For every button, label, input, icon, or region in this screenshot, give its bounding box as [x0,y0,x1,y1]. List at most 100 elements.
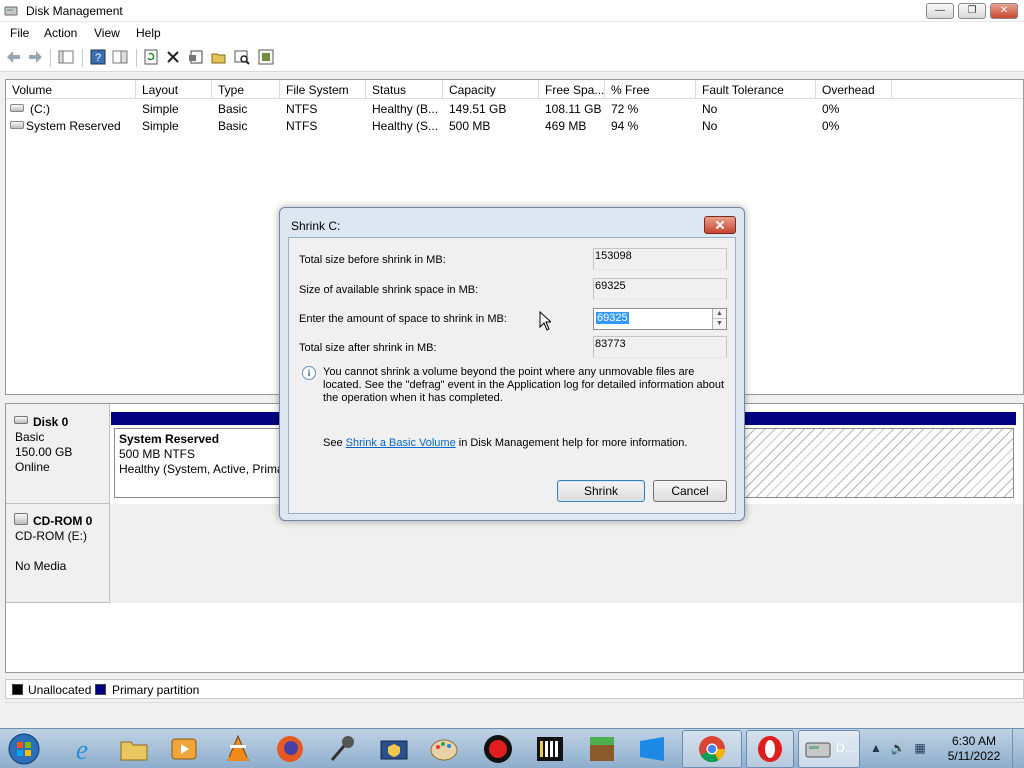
window-title: Disk Management [26,4,123,18]
firefox-icon[interactable] [274,733,306,765]
cell-overhead: 0% [822,119,840,133]
maximize-button[interactable]: ❐ [958,3,986,19]
properties-icon[interactable] [188,49,204,65]
partition-system-reserved[interactable]: System Reserved 500 MB NTFS Healthy (Sys… [111,412,284,498]
shrink-amount-value[interactable]: 69325 [596,312,629,324]
forward-icon[interactable] [27,49,43,65]
network-icon[interactable]: ▦ [912,741,928,757]
list-header: Volume Layout Type File System Status Ca… [6,80,1023,99]
search-icon[interactable] [234,49,250,65]
column-percent-free[interactable]: % Free [605,80,696,99]
partition-name: System Reserved [119,432,220,446]
cell-type: Basic [218,102,248,116]
toolbar: ? [0,44,1024,72]
column-volume[interactable]: Volume [6,80,136,99]
show-desktop-button[interactable] [1012,729,1024,768]
spin-up-icon[interactable]: ▲ [713,309,726,319]
cell-percent-free: 72 % [611,102,639,116]
menu-bar: File Action View Help [0,22,1024,44]
svg-text:?: ? [95,52,101,64]
partition-c[interactable] [742,412,1016,498]
chrome-icon[interactable] [696,733,728,765]
piano-icon[interactable] [534,733,566,765]
column-file-system[interactable]: File System [280,80,366,99]
menu-action[interactable]: Action [44,26,77,40]
minimize-button[interactable]: — [926,3,954,19]
disk-management-icon [4,4,18,18]
help-link[interactable]: Shrink a Basic Volume [346,437,456,449]
dialog-close-button[interactable] [704,216,736,234]
back-icon[interactable] [6,49,22,65]
opera-icon[interactable] [754,733,786,765]
menu-file[interactable]: File [10,26,29,40]
tray-expand-icon[interactable]: ▲ [868,741,884,757]
shrink-button[interactable]: Shrink [557,480,645,502]
taskbar: e D... ▲ 🔊 ▦ 6:30 AM 5/11/2022 [0,728,1024,768]
total-after-value: 83773 [593,336,727,358]
column-layout[interactable]: Layout [136,80,212,99]
menu-help[interactable]: Help [136,26,161,40]
total-before-value: 153098 [593,248,727,270]
cell-capacity: 500 MB [449,119,491,133]
record-icon[interactable] [482,733,514,765]
primary-swatch [95,684,106,695]
vlc-icon[interactable] [222,733,254,765]
internet-explorer-icon[interactable]: e [66,733,98,765]
total-after-label: Total size after shrink in MB: [299,342,437,354]
cell-layout: Simple [142,102,179,116]
delete-icon[interactable] [165,49,181,65]
disk0-type: Basic [15,430,45,444]
column-fault-tolerance[interactable]: Fault Tolerance [696,80,816,99]
clock[interactable]: 6:30 AM 5/11/2022 [944,734,1004,764]
microphone-icon[interactable] [326,733,358,765]
cell-file-system: NTFS [286,119,318,133]
cell-volume: (C:) [30,102,50,116]
table-row[interactable]: (C:) Simple Basic NTFS Healthy (B... 149… [6,100,1023,117]
help-icon[interactable]: ? [90,49,106,65]
open-icon[interactable] [211,49,227,65]
file-explorer-icon[interactable] [118,733,150,765]
column-type[interactable]: Type [212,80,280,99]
shrink-amount-input[interactable]: 69325 ▲ ▼ [593,308,727,330]
paint-icon[interactable] [428,733,460,765]
table-row[interactable]: System Reserved Simple Basic NTFS Health… [6,117,1023,134]
cell-capacity: 149.51 GB [449,102,507,116]
volume-icon[interactable]: 🔊 [890,741,906,757]
info-text: You cannot shrink a volume beyond the po… [323,366,725,404]
spin-down-icon[interactable]: ▼ [713,319,726,329]
column-free-space[interactable]: Free Spa... [539,80,605,99]
column-status[interactable]: Status [366,80,443,99]
cell-file-system: NTFS [286,102,318,116]
column-overhead[interactable]: Overhead [816,80,892,99]
partition-body-selected [742,428,1014,498]
column-capacity[interactable]: Capacity [443,80,539,99]
disk0-label[interactable]: Disk 0 Basic 150.00 GB Online [6,404,110,504]
svg-text:e: e [76,735,88,765]
dialog-title: Shrink C: [291,219,341,233]
partition-header-bar [111,412,281,425]
media-player-icon[interactable] [168,733,200,765]
toolbar-separator [50,49,51,67]
menu-view[interactable]: View [94,26,120,40]
cell-fault-tolerance: No [702,119,718,133]
cell-overhead: 0% [822,102,840,116]
properties-pane-icon[interactable] [112,49,128,65]
refresh-icon[interactable] [143,49,159,65]
store-icon[interactable] [636,733,668,765]
disk-management-taskbar-icon[interactable] [802,733,834,765]
amount-label: Enter the amount of space to shrink in M… [299,313,507,325]
security-icon[interactable] [378,733,410,765]
close-button[interactable]: ✕ [990,3,1018,19]
cell-type: Basic [218,119,248,133]
spin-control[interactable]: ▲ ▼ [712,309,726,329]
start-button-icon[interactable] [8,733,40,765]
minecraft-icon[interactable] [586,733,618,765]
settings-icon[interactable] [258,49,274,65]
cancel-button[interactable]: Cancel [653,480,727,502]
shrink-dialog: Shrink C: Total size before shrink in MB… [279,207,745,521]
console-tree-icon[interactable] [58,49,74,65]
cdrom0-label[interactable]: CD-ROM 0 CD-ROM (E:) No Media [6,504,110,603]
available-label: Size of available shrink space in MB: [299,284,479,296]
cell-free-space: 108.11 GB [545,102,602,116]
cdrom-icon [14,513,28,525]
